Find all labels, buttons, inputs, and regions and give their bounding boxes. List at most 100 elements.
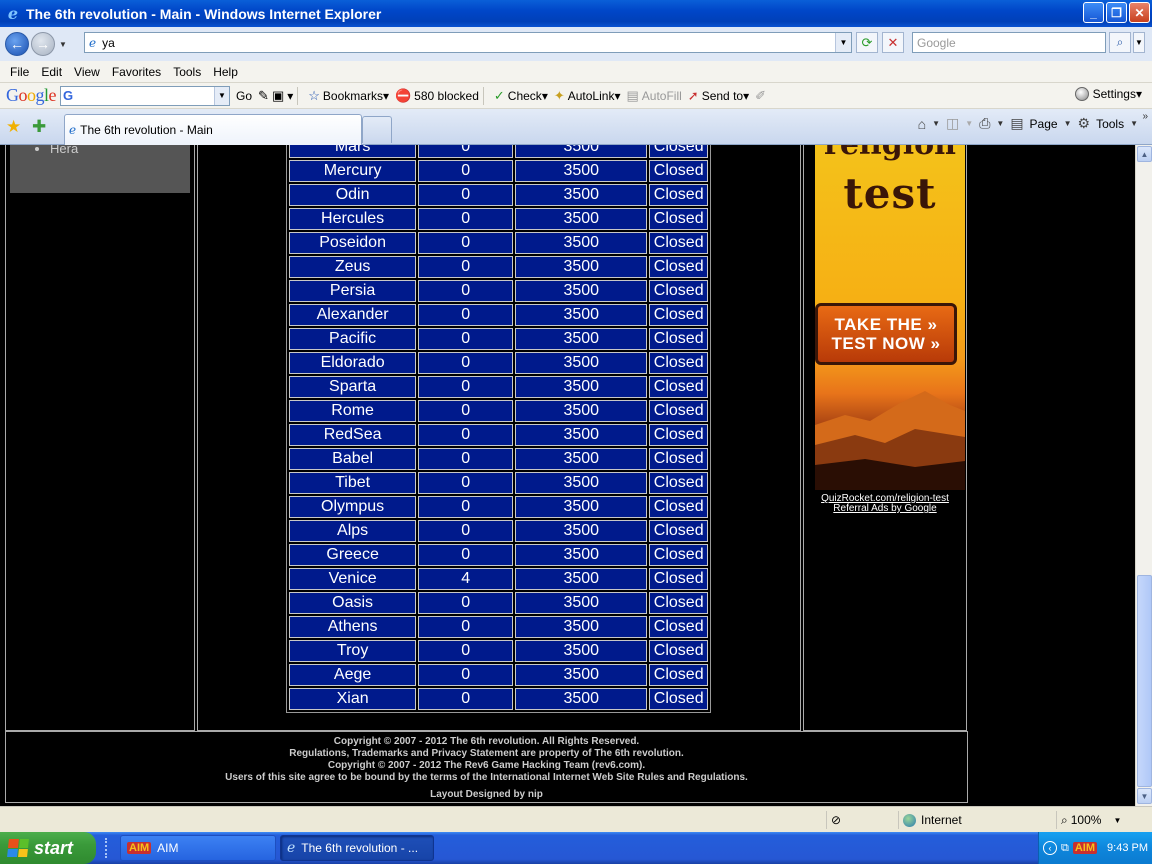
minimize-button[interactable]: _ [1083, 2, 1104, 23]
server-players: 0 [418, 304, 514, 326]
scroll-down-arrow[interactable]: ▼ [1137, 788, 1152, 804]
back-button[interactable]: ← [5, 32, 29, 56]
forward-button[interactable]: → [31, 32, 55, 56]
ad-mountains-graphic [815, 391, 965, 490]
table-row: Rome 0 3500 Closed [289, 400, 708, 422]
server-status: Closed [649, 592, 708, 614]
taskbar-item-ie[interactable]: e The 6th revolution - ... [280, 835, 434, 861]
restore-button[interactable]: ❐ [1106, 2, 1127, 23]
taskbar-item-aim[interactable]: AIM AIM [120, 835, 276, 861]
server-capacity: 3500 [515, 640, 648, 662]
start-button[interactable]: start [0, 832, 96, 864]
google-go-button[interactable]: Go [236, 89, 252, 103]
home-icon[interactable]: ⌂ [918, 116, 926, 132]
server-name: Hercules [289, 208, 417, 230]
address-input[interactable]: ya [102, 36, 115, 50]
sidebar-item-hera[interactable]: Hera [50, 145, 190, 156]
ad-links: QuizRocket.com/religion-test Referral Ad… [805, 494, 965, 514]
sendto-button[interactable]: ➚ Send to ▾ [688, 88, 749, 104]
blocker-icon: ⛔ [394, 87, 412, 103]
popup-blocker-button[interactable]: ⛔ 580 blocked [395, 88, 479, 104]
google-search-input[interactable]: G ▼ [60, 85, 231, 106]
menu-tools[interactable]: Tools [167, 65, 207, 79]
google-logo: Google [6, 85, 57, 105]
pen-icon: ✐ [755, 87, 767, 103]
page-dropdown[interactable]: ▼ [1064, 119, 1072, 128]
server-players: 0 [418, 592, 514, 614]
settings-button[interactable]: Settings ▾ [1074, 87, 1142, 101]
server-capacity: 3500 [515, 352, 648, 374]
server-status: Closed [649, 664, 708, 686]
bookmarks-button[interactable]: ☆ Bookmarks ▾ [308, 88, 389, 104]
page-content: Hera Mars03500ClosedMercury03500ClosedOd… [0, 145, 1135, 806]
spellcheck-button[interactable]: ✓ Check ▾ [494, 88, 548, 104]
new-tab-button[interactable] [362, 116, 392, 143]
search-options-dropdown[interactable]: ▼ [1133, 32, 1145, 53]
menu-view[interactable]: View [68, 65, 106, 79]
feeds-icon[interactable]: ◫ [946, 115, 959, 132]
menu-file[interactable]: File [4, 65, 35, 79]
zoom-control[interactable]: ⌕ 100% ▼ [1056, 811, 1140, 829]
popup-icon[interactable]: ▣ [272, 88, 284, 104]
protected-mode-icon[interactable]: ⊘ [826, 811, 896, 829]
add-favorite-icon[interactable]: ✚ [32, 117, 46, 137]
server-status: Closed [649, 496, 708, 518]
autolink-button[interactable]: ✦ AutoLink ▾ [554, 88, 621, 104]
server-capacity: 3500 [515, 400, 648, 422]
page-menu[interactable]: Page [1030, 117, 1058, 131]
sendto-label: Send to [701, 88, 744, 103]
autofill-button[interactable]: ▤ AutoFill [626, 88, 681, 104]
network-icon[interactable]: ⧉ [1061, 842, 1069, 855]
server-status: Closed [649, 280, 708, 302]
server-name: Sparta [289, 376, 417, 398]
server-capacity: 3500 [515, 616, 648, 638]
eraser-icon[interactable]: ✎ [258, 88, 269, 104]
tools-dropdown[interactable]: ▼ [1130, 119, 1138, 128]
security-zone[interactable]: Internet [898, 811, 1054, 829]
chevron-more-icon[interactable]: » [1142, 111, 1148, 122]
scroll-thumb[interactable] [1137, 575, 1152, 787]
home-dropdown[interactable]: ▼ [932, 119, 940, 128]
ad-referral-link[interactable]: Referral Ads by Google [805, 504, 965, 514]
page-menu-icon: ▤ [1010, 115, 1024, 131]
zoom-dropdown[interactable]: ▼ [1113, 816, 1121, 825]
table-row: Babel 0 3500 Closed [289, 448, 708, 470]
recent-pages-dropdown[interactable]: ▼ [59, 40, 67, 49]
print-icon[interactable]: ⎙ [979, 115, 990, 132]
address-dropdown-icon[interactable]: ▼ [835, 33, 851, 52]
refresh-button[interactable]: ⟳ [856, 32, 878, 53]
print-dropdown[interactable]: ▼ [996, 119, 1004, 128]
tab-main[interactable]: e The 6th revolution - Main [64, 114, 362, 145]
menu-edit[interactable]: Edit [35, 65, 68, 79]
taskbar-grip[interactable] [105, 838, 109, 858]
favorites-star-icon[interactable]: ★ [6, 117, 21, 137]
menu-help[interactable]: Help [207, 65, 244, 79]
server-status: Closed [649, 424, 708, 446]
menu-favorites[interactable]: Favorites [106, 65, 167, 79]
table-row: Tibet 0 3500 Closed [289, 472, 708, 494]
close-button[interactable]: ✕ [1129, 2, 1150, 23]
search-input[interactable]: Google [912, 32, 1106, 53]
tray-aim-icon[interactable]: AIM [1072, 842, 1103, 854]
tray-expand-icon[interactable]: ‹ [1043, 841, 1057, 855]
clock[interactable]: 9:43 PM [1107, 842, 1148, 854]
vertical-scrollbar[interactable]: ▲ ▼ [1135, 145, 1152, 806]
server-name: Aege [289, 664, 417, 686]
server-players: 0 [418, 640, 514, 662]
ad-take-test-button[interactable]: TAKE THE » TEST NOW » [815, 303, 957, 365]
highlight-button[interactable]: ✐ [755, 88, 769, 104]
menu-bar: File Edit View Favorites Tools Help [0, 61, 1152, 83]
feeds-dropdown[interactable]: ▼ [965, 119, 973, 128]
ad-banner[interactable]: religion test TAKE THE » TEST NOW » [815, 145, 965, 490]
address-bar[interactable]: e ya ▼ [84, 32, 852, 53]
window-titlebar[interactable]: e The 6th revolution - Main - Windows In… [0, 0, 1152, 27]
ie-logo-icon: e [7, 4, 19, 23]
tools-menu[interactable]: Tools [1096, 117, 1124, 131]
stop-button[interactable]: ✕ [882, 32, 904, 53]
scroll-up-arrow[interactable]: ▲ [1137, 146, 1152, 162]
server-players: 0 [418, 352, 514, 374]
search-icon[interactable]: ⌕ [1109, 32, 1131, 53]
toolbar-extra-icons[interactable]: ✎ ▣ ▾ [258, 88, 293, 104]
tab-label: The 6th revolution - Main [80, 123, 213, 137]
google-search-dropdown[interactable]: ▼ [214, 86, 230, 105]
